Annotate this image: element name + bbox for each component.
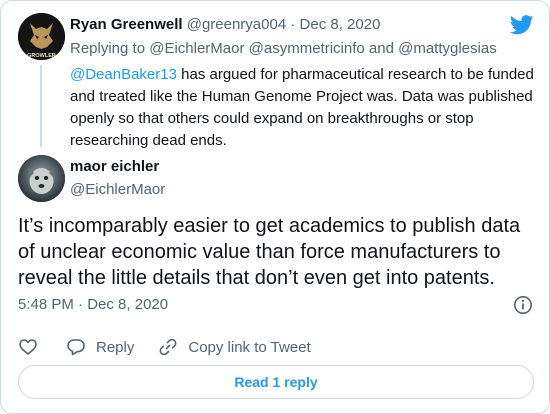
avatar-logo-text: GROWLER: [27, 53, 56, 59]
like-button[interactable]: [18, 337, 38, 357]
replying-handles[interactable]: @EichlerMaor @asymmetricinfo: [149, 40, 365, 57]
avatar[interactable]: [18, 155, 65, 202]
mention-link[interactable]: @DeanBaker13: [70, 66, 177, 83]
copy-link-button[interactable]: Copy link to Tweet: [158, 337, 311, 357]
display-name[interactable]: maor eichler: [70, 158, 159, 175]
parent-tweet-text: @DeanBaker13 has argued for pharmaceutic…: [70, 64, 540, 152]
reply-label: Reply: [96, 338, 135, 356]
separator: ·: [290, 16, 296, 33]
avatar[interactable]: GROWLER: [18, 13, 65, 60]
display-name[interactable]: Ryan Greenwell: [70, 16, 183, 33]
tweet-timestamp[interactable]: 5:48 PM · Dec 8, 2020: [18, 296, 168, 313]
copy-link-label: Copy link to Tweet: [188, 338, 311, 356]
separator: ·: [78, 296, 84, 313]
info-icon[interactable]: [513, 295, 533, 315]
heart-icon: [19, 339, 37, 355]
parent-tweet-header: Ryan Greenwell @greenrya004 · Dec 8, 202…: [70, 16, 380, 33]
twitter-bird-icon[interactable]: [510, 15, 534, 35]
user-handle[interactable]: @EichlerMaor: [70, 181, 165, 198]
user-handle[interactable]: @greenrya004: [187, 16, 286, 33]
reply-button[interactable]: Reply: [66, 337, 134, 357]
thread-connector: [40, 65, 42, 147]
replying-and: and: [368, 40, 394, 57]
replying-prefix: Replying to: [70, 40, 146, 57]
tweet-date[interactable]: Dec 8, 2020: [300, 16, 381, 33]
reply-icon: [67, 339, 85, 356]
tweet-time: 5:48 PM: [18, 296, 74, 313]
replying-to: Replying to @EichlerMaor @asymmetricinfo…: [70, 40, 497, 57]
replying-last-handle[interactable]: @mattyglesias: [398, 40, 497, 57]
main-tweet-text: It’s incomparably easier to get academic…: [18, 215, 521, 289]
read-replies-button[interactable]: Read 1 reply: [18, 365, 534, 399]
tweet-date: Dec 8, 2020: [87, 296, 169, 313]
link-icon: [159, 338, 177, 356]
tweet-card: GROWLER Ryan Greenwell @greenrya004 · De…: [0, 0, 550, 414]
read-replies-label: Read 1 reply: [234, 374, 318, 390]
tweet-actions: Reply Copy link to Tweet: [18, 335, 311, 359]
